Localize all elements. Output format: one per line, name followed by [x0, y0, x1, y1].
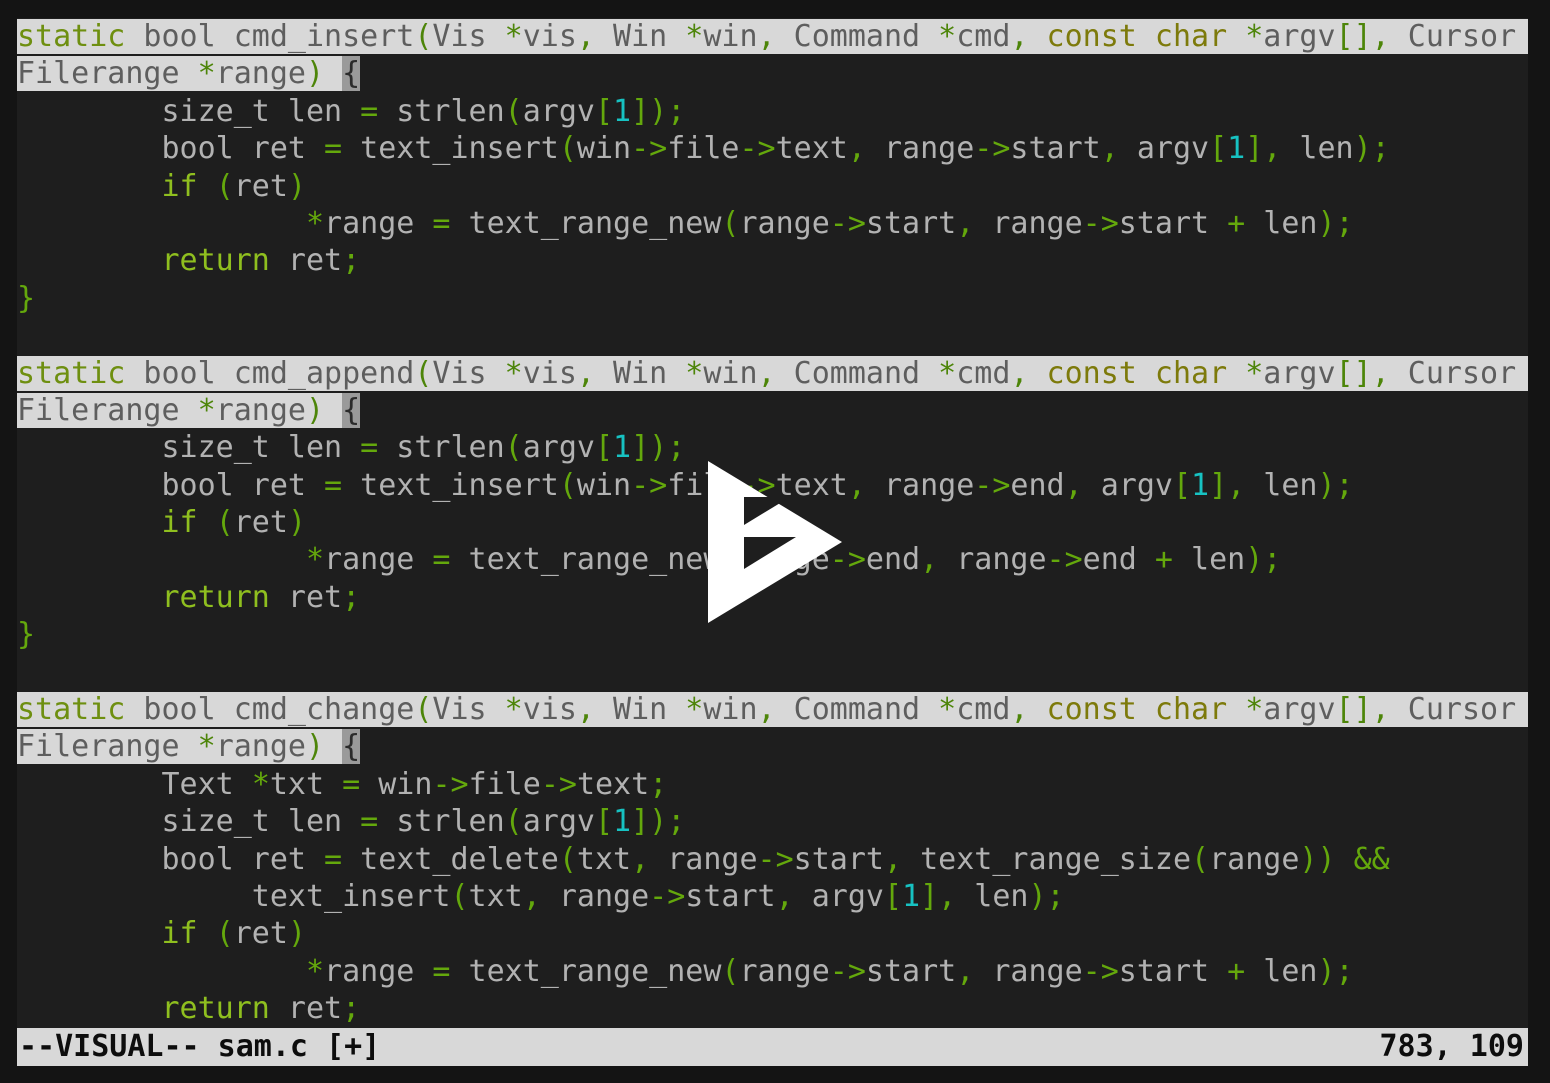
play-button[interactable]	[0, 0, 1550, 1083]
asciinema-player[interactable]: static bool cmd_insert(Vis *vis, Win *wi…	[0, 0, 1550, 1083]
asciinema-play-logo-icon[interactable]	[700, 457, 850, 627]
